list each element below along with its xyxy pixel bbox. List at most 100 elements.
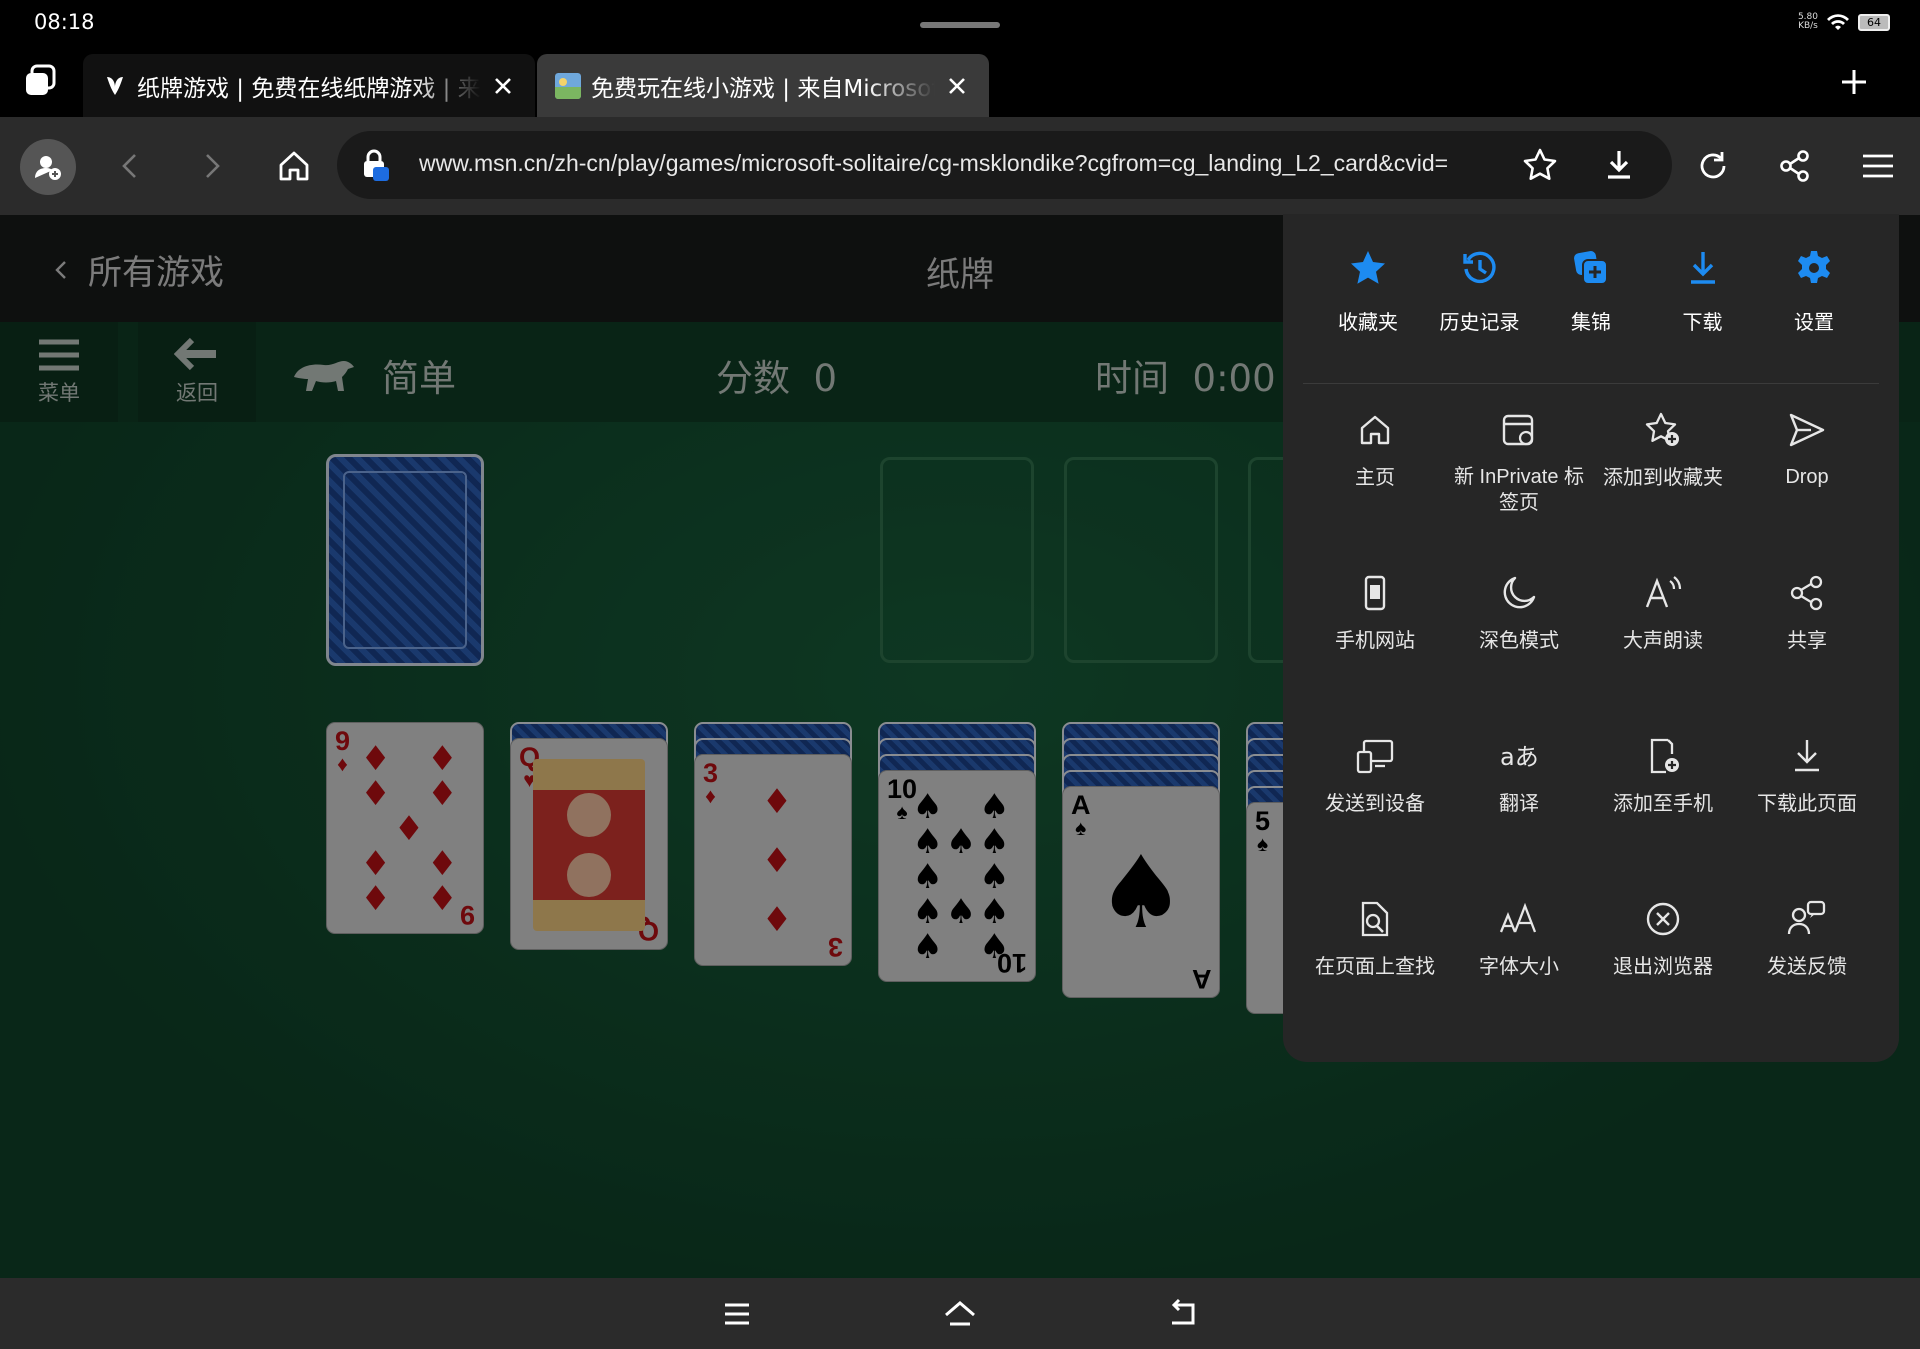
menu-top-row: 收藏夹 历史记录 集锦 下载 设置 (1303, 214, 1879, 384)
add-favorite-icon (1645, 412, 1679, 446)
new-tab-plus-icon[interactable] (1838, 66, 1870, 98)
menu-favorites-label: 收藏夹 (1338, 310, 1398, 334)
menu-item-dark-mode[interactable]: 深色模式 (1447, 573, 1591, 736)
share-icon (1790, 575, 1823, 611)
star-filled-icon (1351, 251, 1385, 284)
home-button[interactable] (267, 139, 321, 193)
menu-item-label: 新 InPrivate 标签页 (1453, 466, 1585, 514)
games-favicon-icon (555, 72, 581, 99)
menu-item-label: 发送到设备 (1325, 791, 1425, 815)
browser-toolbar: www.msn.cn/zh-cn/play/games/microsoft-so… (0, 117, 1920, 215)
profile-icon (35, 156, 61, 180)
home-icon (1360, 415, 1390, 445)
menu-item-label: 退出浏览器 (1613, 954, 1713, 978)
menu-item-exit-browser[interactable]: 退出浏览器 (1591, 899, 1735, 1062)
menu-item-label: 添加到收藏夹 (1603, 465, 1723, 489)
download-icon[interactable] (1599, 145, 1639, 185)
tab-solitaire[interactable]: 纸牌游戏 | 免费在线纸牌游戏 | 来 (83, 54, 535, 117)
menu-item-label: 在页面上查找 (1315, 954, 1435, 978)
menu-collections-label: 集锦 (1571, 310, 1611, 334)
home-nav-icon[interactable] (940, 1294, 980, 1334)
menu-item-font-size[interactable]: 字体大小 (1447, 899, 1591, 1062)
feedback-icon (1787, 900, 1826, 935)
tab-title: 免费玩在线小游戏 | 来自Microsoft (591, 75, 935, 102)
menu-item-label: 主页 (1355, 465, 1395, 489)
tab-strip: 纸牌游戏 | 免费在线纸牌游戏 | 来 免费玩在线小游戏 | 来自Microso… (0, 44, 1920, 117)
menu-downloads-label: 下载 (1682, 310, 1723, 334)
read-aloud-icon (1645, 576, 1682, 608)
home-icon (279, 151, 309, 181)
close-tab-icon[interactable] (489, 72, 517, 100)
menu-item-feedback[interactable]: 发送反馈 (1735, 899, 1879, 1062)
menu-item-add-favorite[interactable]: 添加到收藏夹 (1591, 410, 1735, 573)
menu-item-label: 大声朗读 (1623, 628, 1703, 652)
add-favorite-star-icon[interactable] (1520, 145, 1560, 185)
recents-menu-icon[interactable] (717, 1294, 757, 1334)
menu-item-label: 添加至手机 (1613, 791, 1713, 815)
menu-history-label: 历史记录 (1439, 310, 1520, 334)
more-menu-button[interactable] (1851, 139, 1905, 193)
system-nav-bar (0, 1278, 1920, 1349)
share-icon (1780, 150, 1809, 182)
menu-history[interactable]: 历史记录 (1425, 248, 1535, 383)
menu-item-translate[interactable]: aあ 翻译 (1447, 736, 1591, 899)
download-icon (1690, 252, 1715, 284)
translate-icon: aあ (1500, 743, 1539, 771)
menu-item-home[interactable]: 主页 (1303, 410, 1447, 573)
menu-grid: 主页 新 InPrivate 标签页 添加到收藏夹 Drop 手机网站 深色模式… (1303, 410, 1879, 1062)
settings-gear-icon (1798, 251, 1830, 283)
address-bar[interactable]: www.msn.cn/zh-cn/play/games/microsoft-so… (337, 131, 1672, 199)
hamburger-menu-icon (1863, 154, 1893, 178)
menu-item-mobile-site[interactable]: 手机网站 (1303, 573, 1447, 736)
refresh-button[interactable] (1686, 139, 1740, 193)
solitaire-favicon-icon (107, 76, 123, 95)
menu-item-find-in-page[interactable]: 在页面上查找 (1303, 899, 1447, 1062)
menu-downloads[interactable]: 下载 (1648, 248, 1758, 383)
url-text[interactable]: www.msn.cn/zh-cn/play/games/microsoft-so… (419, 150, 1519, 177)
wifi-icon (1827, 14, 1849, 30)
arrow-back-icon (122, 154, 136, 178)
menu-item-download-page[interactable]: 下载此页面 (1735, 736, 1879, 899)
menu-settings[interactable]: 设置 (1759, 248, 1869, 383)
inprivate-tab-icon (1502, 414, 1534, 446)
menu-item-drop[interactable]: Drop (1735, 410, 1879, 573)
menu-item-label: 发送反馈 (1767, 954, 1847, 978)
share-button[interactable] (1768, 139, 1822, 193)
menu-item-read-aloud[interactable]: 大声朗读 (1591, 573, 1735, 736)
menu-settings-label: 设置 (1794, 310, 1834, 334)
profile-avatar-button[interactable] (20, 139, 76, 195)
status-indicators: 5.80 KB/s 64 (1798, 12, 1890, 32)
refresh-icon (1700, 152, 1726, 179)
battery-icon: 64 (1858, 13, 1890, 31)
menu-item-inprivate[interactable]: 新 InPrivate 标签页 (1447, 410, 1591, 573)
font-size-icon (1499, 902, 1537, 933)
close-tab-icon[interactable] (943, 72, 971, 100)
forward-button[interactable] (185, 139, 239, 193)
tab-title: 纸牌游戏 | 免费在线纸牌游戏 | 来 (137, 75, 481, 102)
drop-send-icon (1789, 413, 1825, 447)
menu-item-label: 下载此页面 (1757, 791, 1857, 815)
battery-level: 64 (1867, 15, 1881, 29)
menu-item-send-to-device[interactable]: 发送到设备 (1303, 736, 1447, 899)
menu-item-label: Drop (1785, 466, 1829, 488)
moon-icon (1503, 576, 1536, 609)
menu-item-label: 字体大小 (1479, 954, 1559, 978)
back-button[interactable] (103, 139, 157, 193)
back-nav-icon[interactable] (1163, 1294, 1203, 1334)
menu-item-label: 深色模式 (1479, 628, 1559, 652)
menu-collections[interactable]: 集锦 (1536, 248, 1646, 383)
status-handle (920, 22, 1000, 28)
menu-item-add-to-phone[interactable]: 添加至手机 (1591, 736, 1735, 899)
find-in-page-icon (1361, 901, 1389, 937)
tab-overview-icon[interactable] (24, 64, 58, 98)
menu-favorites[interactable]: 收藏夹 (1313, 248, 1423, 383)
tab-games[interactable]: 免费玩在线小游戏 | 来自Microsoft (537, 54, 989, 117)
site-info-icon[interactable] (361, 149, 391, 181)
net-speed-unit: KB/s (1798, 21, 1818, 31)
browser-menu-panel: 收藏夹 历史记录 集锦 下载 设置 主页 新 InPrivate 标签页 添加到… (1283, 214, 1899, 1062)
mobile-site-icon (1364, 575, 1386, 611)
menu-item-label: 共享 (1787, 628, 1827, 652)
download-page-icon (1795, 740, 1819, 772)
menu-item-share[interactable]: 共享 (1735, 573, 1879, 736)
net-speed: 5.80 KB/s (1798, 13, 1818, 31)
